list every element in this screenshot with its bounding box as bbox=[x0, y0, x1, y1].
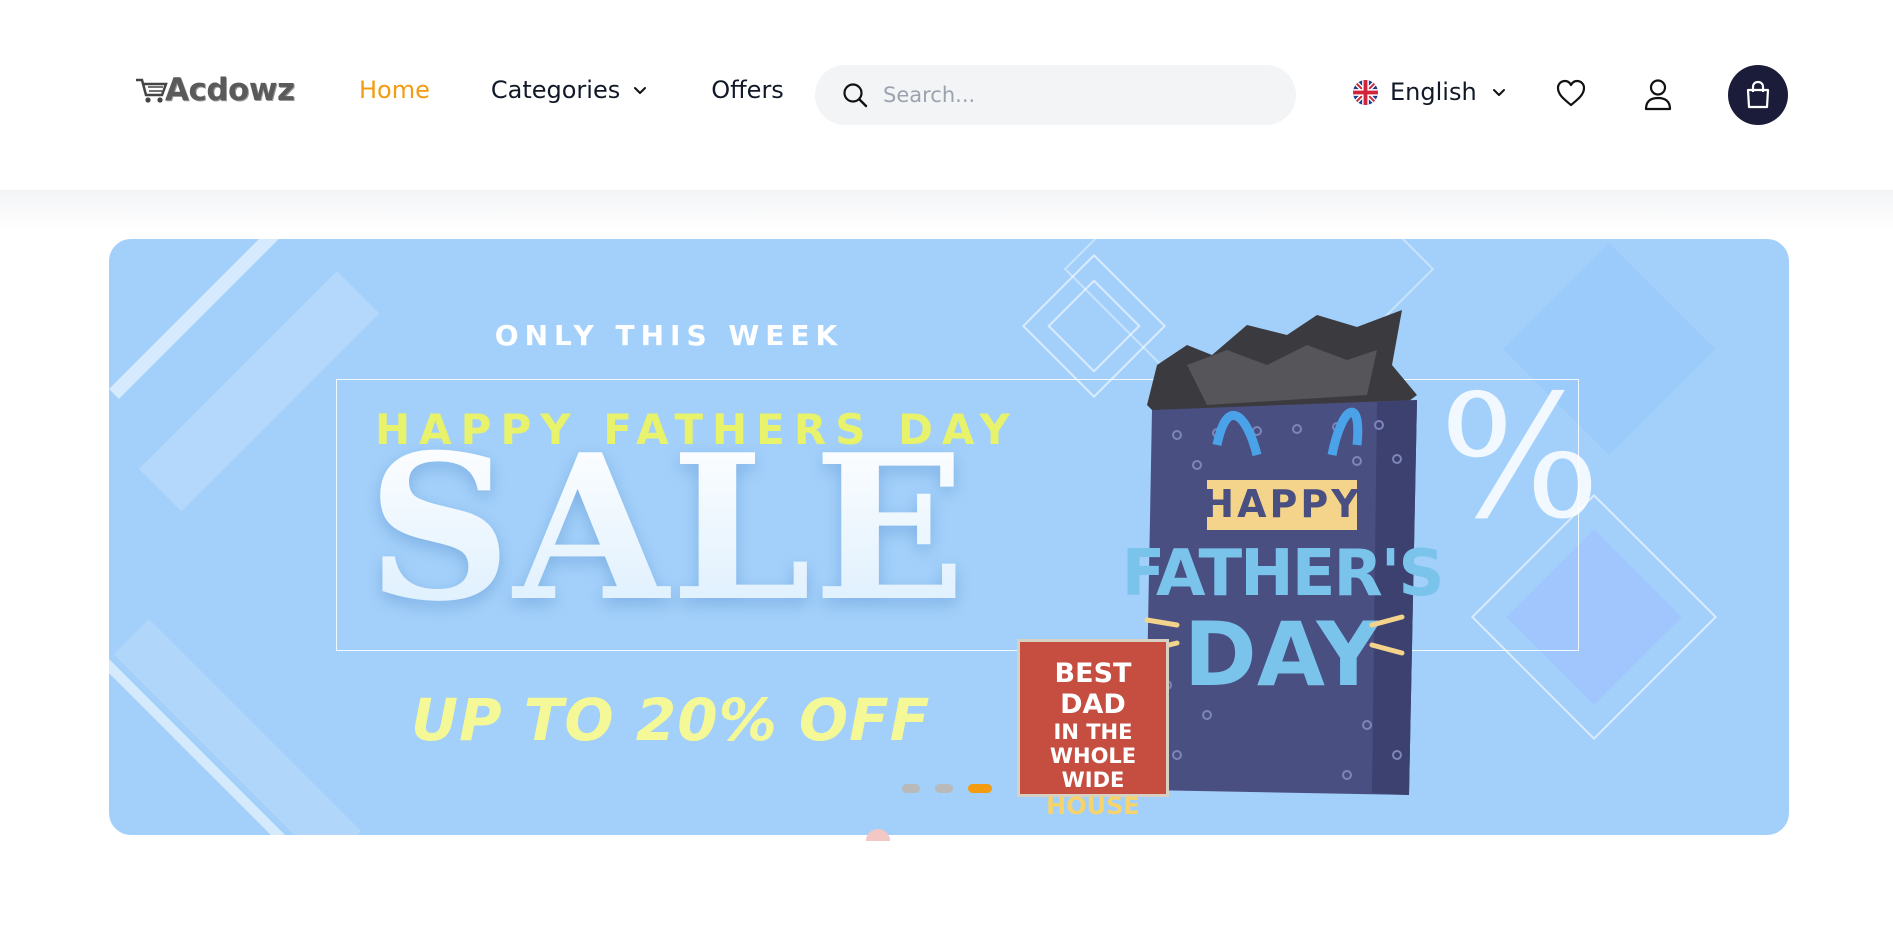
nav-categories-label: Categories bbox=[490, 76, 621, 104]
card-line-4: HOUSE bbox=[1046, 791, 1140, 820]
nav-offers[interactable]: Offers bbox=[711, 76, 784, 104]
nav-home[interactable]: Home bbox=[359, 76, 430, 104]
search-bar[interactable] bbox=[815, 65, 1296, 125]
cart-button[interactable] bbox=[1728, 65, 1788, 125]
site-header: Acdowz Home Categories Offers English bbox=[0, 0, 1893, 190]
banner-eyebrow: ONLY THIS WEEK bbox=[494, 319, 844, 352]
language-label: English bbox=[1390, 78, 1477, 106]
carousel-dots bbox=[902, 784, 1007, 793]
carousel-dot-active[interactable] bbox=[968, 784, 992, 793]
carousel-dot[interactable] bbox=[935, 784, 953, 793]
svg-text:FATHER'S: FATHER'S bbox=[1122, 537, 1443, 611]
logo-text: Acdowz bbox=[165, 72, 295, 108]
card-line-1: BEST DAD bbox=[1054, 658, 1132, 721]
greeting-card: BEST DAD IN THE WHOLE WIDE HOUSE bbox=[1017, 639, 1169, 819]
cart-logo-icon bbox=[136, 78, 168, 103]
user-icon[interactable] bbox=[1643, 78, 1673, 112]
percent-symbol: % bbox=[1439, 359, 1601, 557]
site-logo[interactable]: Acdowz bbox=[135, 70, 295, 110]
nav-categories[interactable]: Categories bbox=[491, 76, 648, 104]
shopping-bag-icon bbox=[1746, 80, 1770, 109]
heart-icon[interactable] bbox=[1555, 78, 1587, 108]
svg-text:HAPPY: HAPPY bbox=[1202, 482, 1361, 526]
search-icon[interactable] bbox=[841, 81, 869, 109]
svg-text:DAY: DAY bbox=[1184, 603, 1382, 706]
header-shadow bbox=[0, 190, 1893, 230]
card-line-3: WHOLE WIDE bbox=[1049, 744, 1137, 793]
carousel-dot[interactable] bbox=[902, 784, 920, 793]
banner-discount: UP TO 20% OFF bbox=[411, 686, 931, 754]
chevron-down-icon bbox=[1492, 89, 1505, 96]
card-line-2: IN THE bbox=[1053, 720, 1133, 745]
hero-banner[interactable]: ONLY THIS WEEK % HAPPY FATHERS DAY SALE … bbox=[109, 239, 1789, 835]
decor-stripe bbox=[113, 619, 362, 835]
banner-sale-text: SALE bbox=[367, 411, 968, 646]
main-nav: Home Categories Offers bbox=[359, 76, 784, 104]
language-selector[interactable]: English bbox=[1353, 78, 1507, 106]
chevron-down-icon bbox=[634, 87, 647, 94]
search-input[interactable] bbox=[883, 83, 1263, 107]
uk-flag-icon bbox=[1353, 79, 1378, 105]
